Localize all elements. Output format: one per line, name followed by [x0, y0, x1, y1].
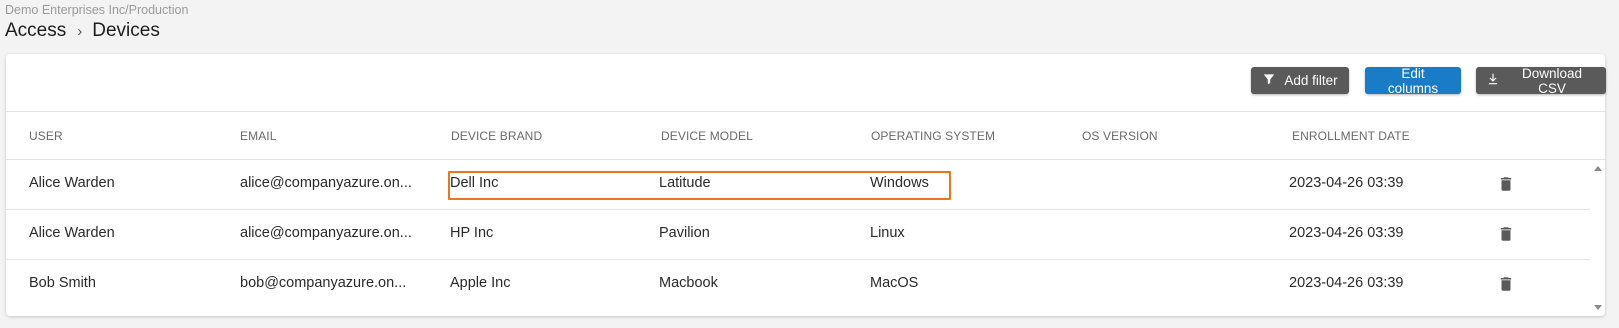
cell-operating-system: Windows: [870, 175, 929, 191]
devices-card: Add filter Edit columns Download CSV USE…: [6, 54, 1606, 317]
cell-user: Alice Warden: [29, 225, 115, 241]
breadcrumb-separator: ›: [77, 22, 83, 40]
trash-icon[interactable]: [1497, 274, 1515, 294]
cell-enrollment-date: 2023-04-26 03:39: [1289, 225, 1404, 241]
filter-icon: [1262, 72, 1276, 89]
cell-operating-system: MacOS: [870, 275, 919, 291]
cell-operating-system: Linux: [870, 225, 905, 241]
cell-enrollment-date: 2023-04-26 03:39: [1289, 175, 1404, 191]
column-header-device-model[interactable]: DEVICE MODEL: [661, 129, 753, 143]
table-toolbar: Add filter Edit columns Download CSV: [6, 54, 1606, 110]
column-header-enrollment-date[interactable]: ENROLLMENT DATE: [1292, 129, 1410, 143]
cell-email: bob@companyazure.on...: [240, 275, 407, 291]
breadcrumb: Access › Devices: [5, 20, 160, 42]
cell-user: Alice Warden: [29, 175, 115, 191]
download-icon: [1486, 72, 1500, 89]
cell-enrollment-date: 2023-04-26 03:39: [1289, 275, 1404, 291]
table-row[interactable]: Alice Warden alice@companyazure.on... De…: [6, 160, 1590, 210]
add-filter-button[interactable]: Add filter: [1251, 67, 1349, 94]
download-csv-button[interactable]: Download CSV: [1476, 65, 1606, 96]
cell-device-brand: Dell Inc: [450, 175, 499, 191]
add-filter-label: Add filter: [1284, 73, 1338, 88]
cell-user: Bob Smith: [29, 275, 96, 291]
breadcrumb-current: Devices: [92, 20, 160, 41]
column-header-os-version[interactable]: OS VERSION: [1082, 129, 1158, 143]
cell-device-model: Latitude: [659, 175, 711, 191]
column-header-operating-system[interactable]: OPERATING SYSTEM: [871, 129, 995, 143]
download-csv-label: Download CSV: [1521, 65, 1583, 96]
table-header: USER EMAIL DEVICE BRAND DEVICE MODEL OPE…: [6, 112, 1605, 160]
table-row[interactable]: Bob Smith bob@companyazure.on... Apple I…: [6, 260, 1590, 309]
cell-device-brand: Apple Inc: [450, 275, 511, 291]
cell-device-model: Macbook: [659, 275, 718, 291]
edit-columns-button[interactable]: Edit columns: [1365, 65, 1461, 96]
trash-icon[interactable]: [1497, 224, 1515, 244]
table-scrollbar[interactable]: [1594, 160, 1602, 310]
cell-device-model: Pavilion: [659, 225, 710, 241]
cell-device-brand: HP Inc: [450, 225, 494, 241]
table-row[interactable]: Alice Warden alice@companyazure.on... HP…: [6, 210, 1590, 260]
trash-icon[interactable]: [1497, 174, 1515, 194]
org-path: Demo Enterprises Inc/Production: [5, 3, 189, 17]
column-header-email[interactable]: EMAIL: [240, 129, 277, 143]
devices-table: USER EMAIL DEVICE BRAND DEVICE MODEL OPE…: [6, 111, 1605, 317]
scroll-down-arrow-icon[interactable]: [1594, 305, 1602, 310]
edit-columns-label: Edit columns: [1387, 65, 1439, 96]
scroll-up-arrow-icon[interactable]: [1594, 166, 1602, 171]
cell-email: alice@companyazure.on...: [240, 175, 412, 191]
breadcrumb-parent[interactable]: Access: [5, 20, 66, 42]
column-header-device-brand[interactable]: DEVICE BRAND: [451, 129, 542, 143]
cell-email: alice@companyazure.on...: [240, 225, 412, 241]
column-header-user[interactable]: USER: [29, 129, 63, 143]
